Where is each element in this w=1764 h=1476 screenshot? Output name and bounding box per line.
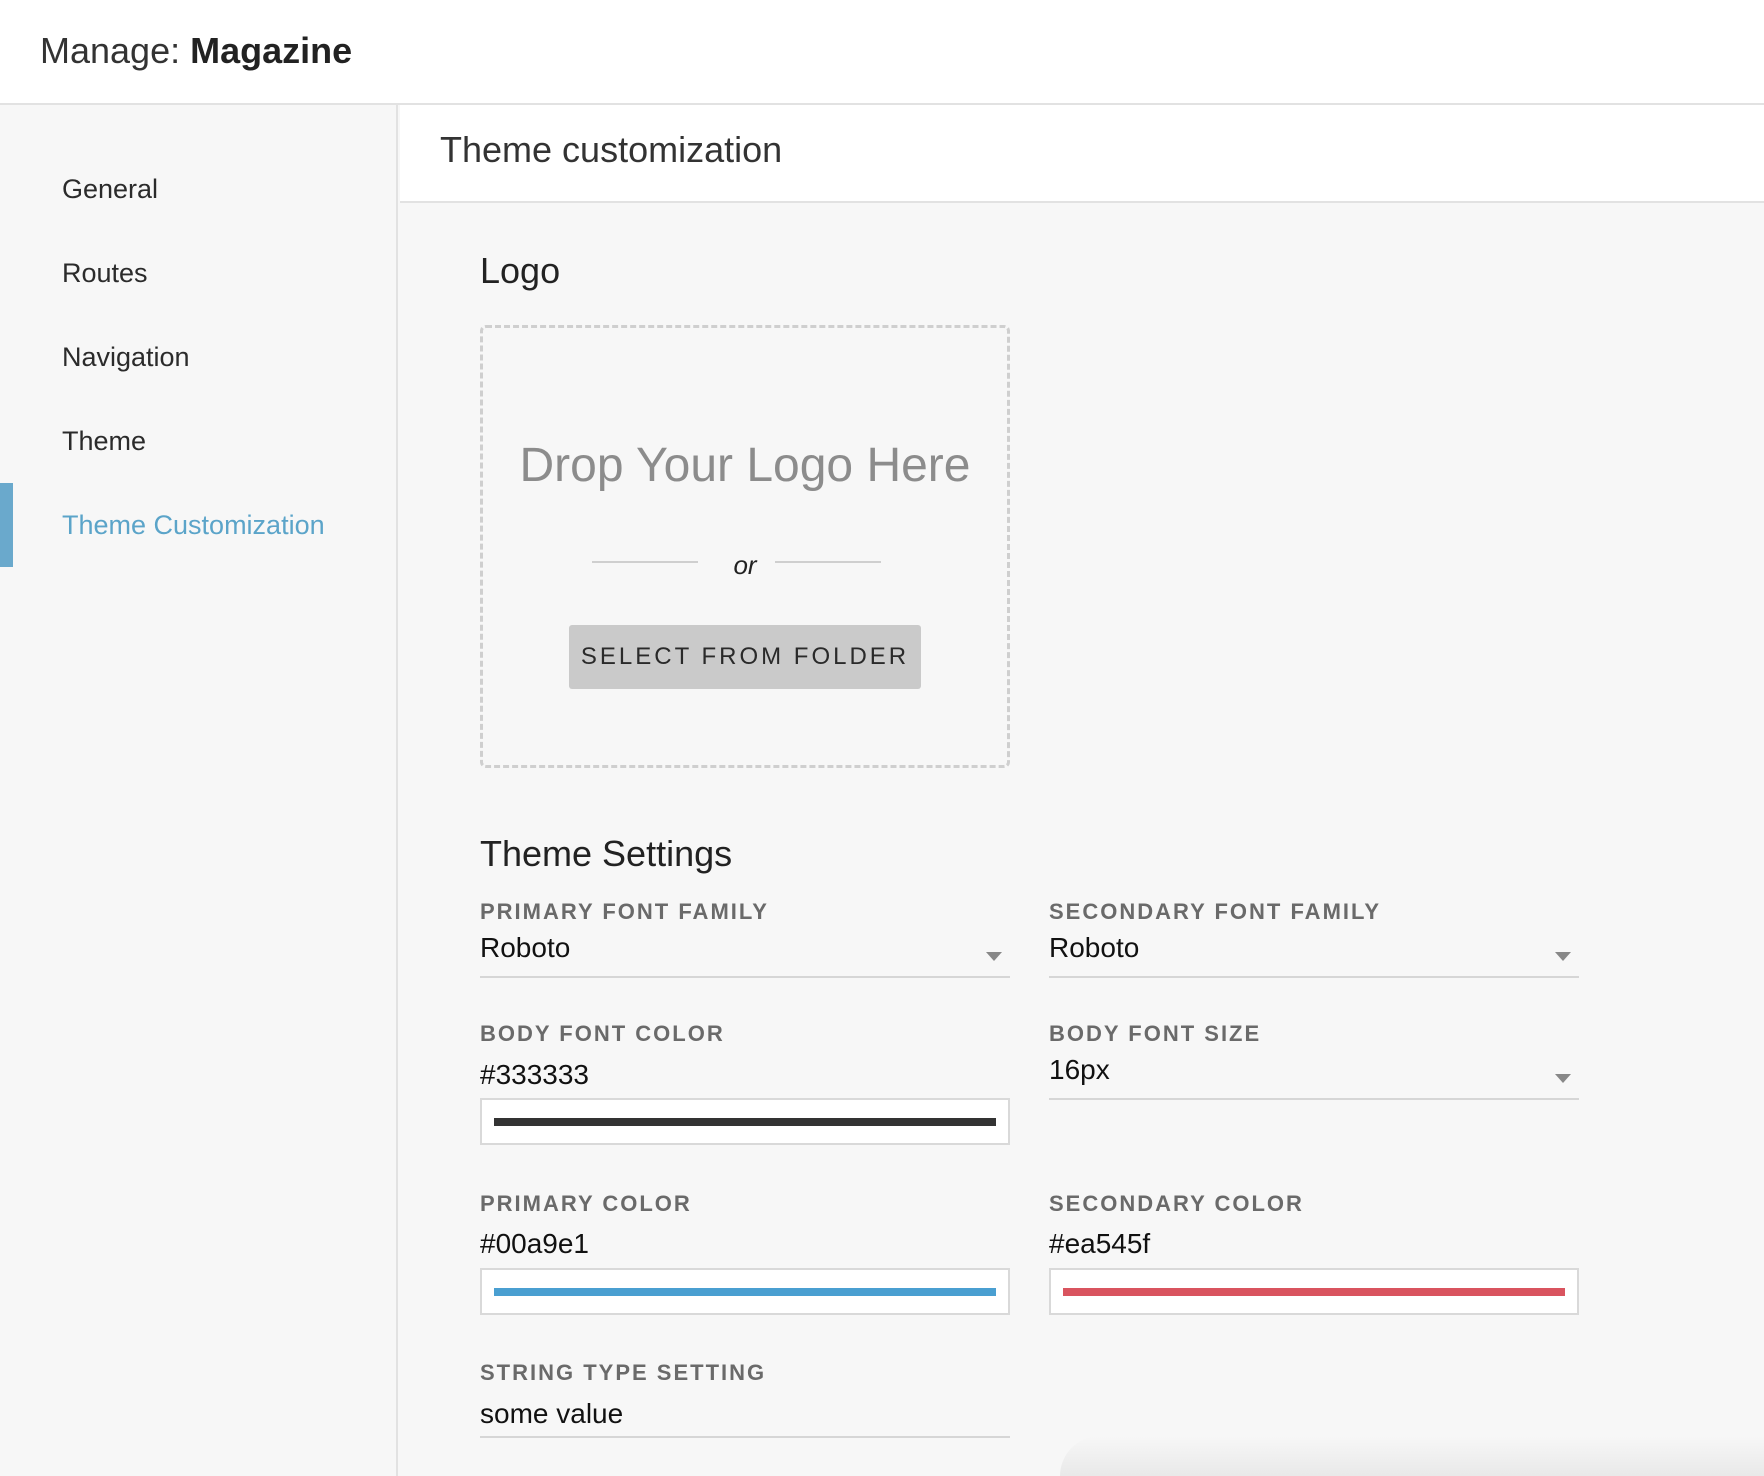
active-indicator (0, 483, 13, 567)
primary-color-swatch[interactable] (480, 1268, 1010, 1315)
body-font-color-label: BODY FONT COLOR (480, 1021, 725, 1046)
sidebar-item-label: General (62, 174, 159, 204)
secondary-color-bar (1063, 1288, 1565, 1296)
sidebar-item-general[interactable]: General (0, 147, 396, 231)
secondary-color-swatch[interactable] (1049, 1268, 1579, 1315)
body-font-color-value[interactable]: #333333 (480, 1059, 589, 1091)
sidebar-item-theme-customization[interactable]: Theme Customization (0, 483, 396, 567)
sidebar-item-label: Navigation (62, 342, 190, 372)
sidebar-item-routes[interactable]: Routes (0, 231, 396, 315)
string-type-setting-label: STRING TYPE SETTING (480, 1360, 767, 1385)
secondary-color-label: SECONDARY COLOR (1049, 1191, 1304, 1216)
body-font-size-label: BODY FONT SIZE (1049, 1021, 1262, 1046)
sidebar-item-label: Routes (62, 258, 148, 288)
content-header: Theme customization (400, 105, 1764, 203)
primary-color-value[interactable]: #00a9e1 (480, 1228, 589, 1260)
bottom-shadow (1060, 1436, 1764, 1476)
header-prefix: Manage: (40, 30, 191, 71)
select-from-folder-button[interactable]: SELECT FROM FOLDER (569, 625, 921, 689)
logo-section-title: Logo (480, 250, 561, 291)
top-bar: Manage: Magazine (0, 0, 1764, 105)
sidebar: General Routes Navigation Theme Theme Cu… (0, 105, 398, 1476)
chevron-down-icon (1555, 1074, 1571, 1083)
theme-settings-title: Theme Settings (480, 833, 733, 874)
primary-color-bar (494, 1288, 996, 1296)
sidebar-item-label: Theme (62, 426, 147, 456)
secondary-font-family-label: SECONDARY FONT FAMILY (1049, 899, 1382, 924)
body-font-color-swatch[interactable] (480, 1098, 1010, 1145)
divider-right (775, 561, 881, 563)
page-header-title: Manage: Magazine (40, 30, 352, 72)
app-name: Magazine (190, 30, 353, 71)
body-font-size-value: 16px (1049, 1054, 1110, 1085)
secondary-color-value[interactable]: #ea545f (1049, 1228, 1150, 1260)
page-title: Theme customization (440, 129, 783, 170)
string-type-setting-input[interactable] (480, 1392, 1010, 1438)
primary-font-family-select[interactable]: Roboto (480, 932, 1010, 978)
sidebar-item-label: Theme Customization (62, 510, 325, 540)
secondary-font-family-value: Roboto (1049, 932, 1140, 963)
or-text: or (733, 550, 757, 580)
body-font-size-select[interactable]: 16px (1049, 1054, 1579, 1100)
sidebar-item-theme[interactable]: Theme (0, 399, 396, 483)
logo-dropzone[interactable]: Drop Your Logo Here or SELECT FROM FOLDE… (480, 325, 1010, 768)
chevron-down-icon (986, 952, 1002, 961)
drop-logo-text: Drop Your Logo Here (519, 439, 971, 492)
primary-font-family-value: Roboto (480, 932, 571, 963)
body-font-color-bar (494, 1118, 996, 1126)
chevron-down-icon (1555, 952, 1571, 961)
sidebar-item-navigation[interactable]: Navigation (0, 315, 396, 399)
primary-color-label: PRIMARY COLOR (480, 1191, 692, 1216)
primary-font-family-label: PRIMARY FONT FAMILY (480, 899, 769, 924)
secondary-font-family-select[interactable]: Roboto (1049, 932, 1579, 978)
